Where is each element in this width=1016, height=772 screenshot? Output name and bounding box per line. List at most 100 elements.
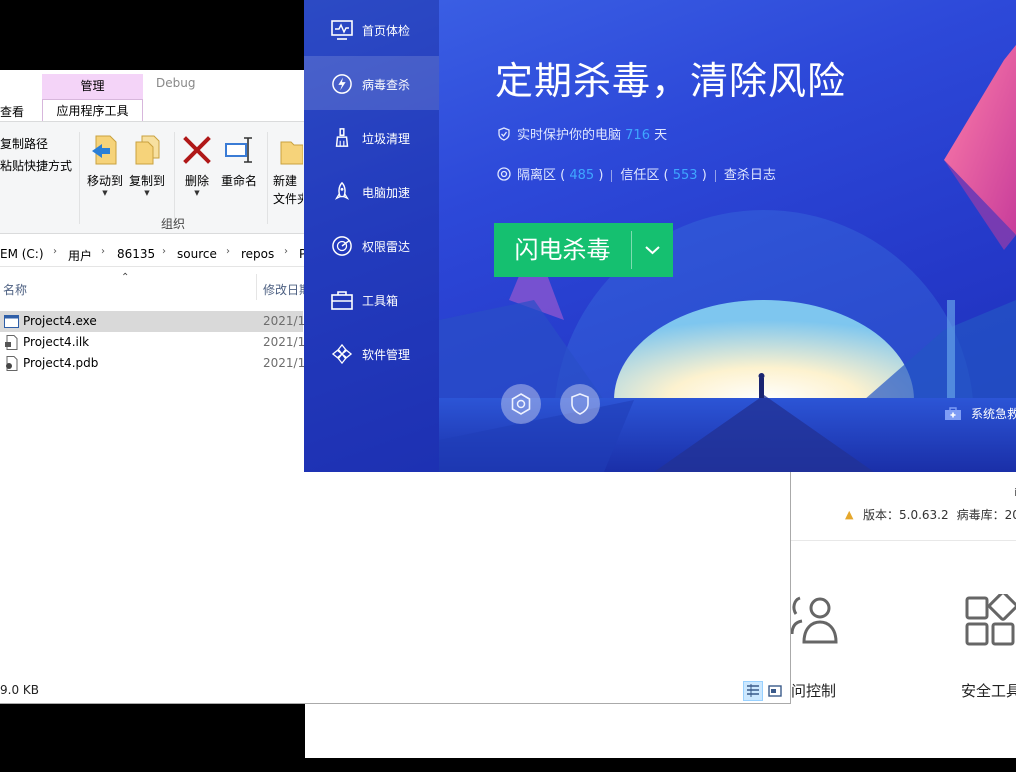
hexagon-settings-button[interactable] xyxy=(501,384,541,424)
upgrade-icon: ▲ xyxy=(845,507,854,521)
lightning-icon xyxy=(332,74,352,94)
new-folder-button[interactable]: 新建 文件夹 xyxy=(273,134,303,207)
sidebar-item-toolbox[interactable]: 工具箱 xyxy=(304,272,439,326)
delete-x-icon xyxy=(183,136,211,164)
tab-manage[interactable]: 管理 xyxy=(42,74,143,99)
separator xyxy=(714,169,716,182)
breadcrumb-repos[interactable]: repos xyxy=(241,247,274,261)
ribbon-divider xyxy=(267,132,268,224)
breadcrumb-source[interactable]: source xyxy=(177,247,217,261)
breadcrumb-drive[interactable]: EM (C:) xyxy=(0,247,44,261)
toolbox-icon xyxy=(331,291,353,310)
details-view-icon xyxy=(747,684,759,697)
sidebar-item-label: 首页体检 xyxy=(362,24,411,38)
chevron-down-icon xyxy=(645,246,660,255)
ribbon-divider xyxy=(174,132,175,224)
sort-ascending-icon: ⌃ xyxy=(121,272,130,283)
security-app-window: 首页体检 病毒查杀 垃圾清理 电脑加速 权限雷达 工具箱 软件管理 定期杀毒，清… xyxy=(304,0,1016,472)
paste-shortcut-button[interactable]: 粘贴快捷方式 xyxy=(0,157,72,174)
move-to-button[interactable]: 移动到 ▼ xyxy=(86,134,124,197)
version-label: 版本：5.0.63.2 xyxy=(863,508,949,522)
quarantine-label: 隔离区 xyxy=(517,168,557,183)
grid-apps-icon xyxy=(965,594,1016,646)
radar-icon xyxy=(332,236,352,256)
copy-to-label: 复制到 xyxy=(128,174,165,188)
virus-db-label: 病毒库：20 xyxy=(956,508,1016,522)
column-name[interactable]: 名称 xyxy=(3,281,27,298)
copy-to-icon xyxy=(135,135,160,165)
rename-button[interactable]: 重命名 xyxy=(219,134,259,189)
file-date: 2021/1 xyxy=(263,356,306,370)
dropdown-caret-icon: ▼ xyxy=(102,189,108,197)
breadcrumb-users[interactable]: 用户 xyxy=(68,247,92,264)
users-icon xyxy=(790,596,838,644)
broom-icon xyxy=(335,128,349,147)
sidebar-item-virus-scan[interactable]: 病毒查杀 xyxy=(304,56,439,110)
column-divider[interactable] xyxy=(256,274,257,300)
lightning-scan-button[interactable]: 闪电杀毒 xyxy=(494,223,673,277)
scan-button-label: 闪电杀毒 xyxy=(514,236,611,264)
taskbar-edge xyxy=(305,758,1016,772)
delete-button[interactable]: 删除 ▼ xyxy=(180,134,214,197)
scan-log-link[interactable]: 查杀日志 xyxy=(724,168,776,183)
trust-count: 553 xyxy=(672,168,698,183)
sidebar-item-label: 病毒查杀 xyxy=(362,78,411,92)
copy-to-button[interactable]: 复制到 ▼ xyxy=(128,134,166,197)
quarantine-count: 485 xyxy=(569,168,595,183)
new-folder-icon xyxy=(280,141,303,165)
system-rescue-link[interactable]: 系统急救 xyxy=(971,405,1016,422)
exe-file-icon xyxy=(4,315,19,328)
ribbon-divider xyxy=(79,132,80,224)
shield-icon xyxy=(571,393,589,415)
sidebar-item-label: 软件管理 xyxy=(362,348,411,362)
protection-days-count: 716 xyxy=(625,128,650,143)
details-view-button[interactable] xyxy=(743,681,763,701)
sidebar-item-label: 权限雷达 xyxy=(362,240,411,254)
large-icons-view-button[interactable] xyxy=(765,681,785,701)
tab-view[interactable]: 查看 xyxy=(0,103,24,120)
file-name: Project4.ilk xyxy=(23,335,90,349)
sidebar: 首页体检 病毒查杀 垃圾清理 电脑加速 权限雷达 工具箱 软件管理 xyxy=(304,0,439,472)
sidebar-item-junk-clean[interactable]: 垃圾清理 xyxy=(304,110,439,164)
sidebar-item-software-manage[interactable]: 软件管理 xyxy=(304,326,439,380)
move-to-label: 移动到 xyxy=(86,174,123,188)
file-row[interactable]: Project4.exe 2021/1 xyxy=(0,311,306,332)
zones-row: 隔离区 ( 485 ) 信任区 ( 553 ) 查杀日志 xyxy=(497,164,776,183)
file-row[interactable]: Project4.ilk 2021/1 xyxy=(0,332,306,353)
dropdown-caret-icon: ▼ xyxy=(194,189,200,197)
file-name: Project4.exe xyxy=(23,314,97,328)
monitor-check-icon xyxy=(331,20,353,40)
rename-label: 重命名 xyxy=(220,174,257,188)
breadcrumb-user[interactable]: 86135 xyxy=(117,247,155,261)
protection-days: 实时保护你的电脑 716 天 xyxy=(497,124,667,143)
first-aid-kit-icon xyxy=(945,407,961,420)
sidebar-item-permission-radar[interactable]: 权限雷达 xyxy=(304,218,439,272)
target-icon xyxy=(497,167,511,181)
version-info: ▲ 版本：5.0.63.2 病毒库：20 xyxy=(845,506,1016,523)
chevron-right-icon: › xyxy=(226,246,230,257)
scan-options-dropdown[interactable] xyxy=(632,223,673,277)
quarantine-link[interactable]: 隔离区 ( 485 ) xyxy=(517,168,603,183)
access-control-tool[interactable] xyxy=(790,594,840,646)
sidebar-item-label: 电脑加速 xyxy=(362,186,411,200)
chevron-right-icon: › xyxy=(284,246,288,257)
sidebar-item-speedup[interactable]: 电脑加速 xyxy=(304,164,439,218)
chevron-right-icon: › xyxy=(53,246,57,257)
new-folder-label: 文件夹 xyxy=(273,192,303,206)
file-date: 2021/1 xyxy=(263,335,306,349)
copy-path-button[interactable]: 复制路径 xyxy=(0,135,48,152)
tab-app-tools[interactable]: 应用程序工具 xyxy=(42,99,143,122)
new-label: 新建 xyxy=(273,174,298,188)
pdb-file-icon xyxy=(6,356,18,371)
shield-protection-button[interactable] xyxy=(560,384,600,424)
sidebar-item-home-check[interactable]: 首页体检 xyxy=(304,2,439,56)
trust-zone-link[interactable]: 信任区 ( 553 ) xyxy=(620,168,706,183)
window-title-debug: Debug xyxy=(156,76,196,90)
file-date: 2021/1 xyxy=(263,314,306,328)
file-row[interactable]: Project4.pdb 2021/1 xyxy=(0,353,306,374)
rocket-icon xyxy=(334,182,350,200)
move-to-icon xyxy=(92,135,117,165)
separator xyxy=(611,169,613,182)
ilk-file-icon xyxy=(5,335,18,350)
security-tools-tool[interactable] xyxy=(965,594,1016,646)
